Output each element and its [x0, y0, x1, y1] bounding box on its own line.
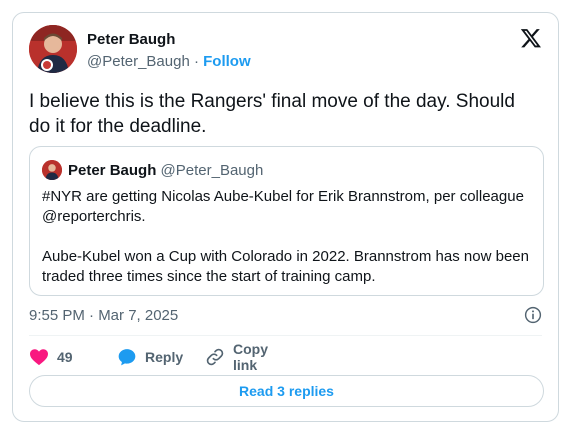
speech-bubble-icon	[117, 347, 137, 367]
quoted-paragraph-2: Aube-Kubel won a Cup with Colorado in 20…	[42, 248, 529, 285]
divider	[29, 335, 542, 336]
tweet-text: I believe this is the Rangers' final mov…	[29, 91, 515, 137]
author-name[interactable]: Peter Baugh	[87, 31, 175, 48]
like-count: 49	[57, 349, 73, 365]
heart-icon	[29, 348, 49, 366]
quoted-author: Peter Baugh @Peter_Baugh	[68, 162, 263, 179]
x-logo-icon[interactable]	[520, 27, 542, 49]
quoted-author-handle: @Peter_Baugh	[160, 162, 264, 179]
copy-link-button[interactable]: Copy link	[205, 341, 268, 373]
quoted-tweet[interactable]: Peter Baugh @Peter_Baugh #NYR are gettin…	[29, 146, 544, 296]
follow-button[interactable]: Follow	[203, 53, 251, 70]
author-handle-row: @Peter_Baugh · Follow	[87, 53, 251, 70]
quoted-tweet-text: #NYR are getting Nicolas Aube-Kubel for …	[42, 187, 534, 287]
like-button[interactable]: 49	[29, 346, 73, 368]
copy-link-label: Copy link	[233, 341, 268, 373]
embedded-tweet-card: Peter Baugh @Peter_Baugh · Follow I beli…	[12, 12, 559, 422]
link-icon	[205, 347, 225, 367]
info-icon[interactable]	[524, 306, 542, 324]
author-avatar[interactable]	[29, 25, 77, 73]
reply-button[interactable]: Reply	[117, 346, 183, 368]
reply-label: Reply	[145, 349, 184, 365]
quoted-author-avatar	[42, 160, 62, 180]
tweet-timestamp[interactable]: 9:55 PM · Mar 7, 2025	[29, 307, 178, 324]
read-replies-button[interactable]: Read 3 replies	[29, 375, 544, 407]
quoted-paragraph-1: #NYR are getting Nicolas Aube-Kubel for …	[42, 188, 524, 225]
author-handle[interactable]: @Peter_Baugh	[87, 53, 190, 70]
quoted-author-name: Peter Baugh	[68, 162, 157, 179]
handle-separator: ·	[193, 53, 199, 70]
